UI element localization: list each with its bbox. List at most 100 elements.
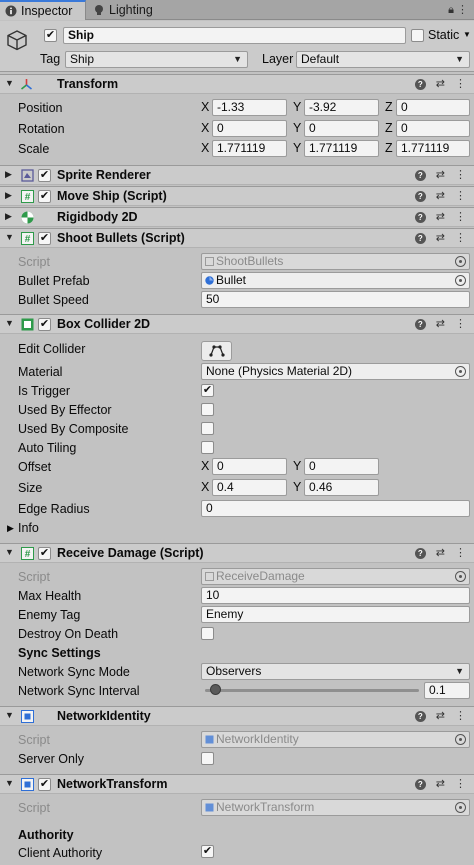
shoot-bullets-enabled-checkbox[interactable]: ✔ (38, 232, 51, 245)
auto-tiling-checkbox[interactable] (201, 441, 214, 454)
bullet-speed-field[interactable]: 50 (201, 291, 470, 308)
more-icon[interactable]: ⋮ (455, 709, 466, 722)
more-icon[interactable]: ⋮ (455, 210, 466, 223)
info-fold-icon[interactable]: ▶ (7, 523, 14, 534)
rotation-x-field[interactable]: 0 (212, 120, 287, 137)
more-icon[interactable]: ⋮ (455, 777, 466, 790)
more-icon[interactable]: ⋮ (455, 168, 466, 181)
rotation-y-field[interactable]: 0 (304, 120, 379, 137)
fold-collapsed-icon[interactable]: ▶ (5, 190, 12, 201)
preset-icon[interactable]: ⇄ (436, 77, 445, 90)
enemy-tag-field[interactable]: Enemy (201, 606, 470, 623)
scale-y-field[interactable]: 1.771119 (304, 140, 379, 157)
move-ship-header[interactable]: ▶ # ✔ Move Ship (Script) ? ⇄ ⋮ (0, 186, 474, 206)
receive-damage-header[interactable]: ▼ # ✔ Receive Damage (Script) ? ⇄ ⋮ (0, 543, 474, 563)
preset-icon[interactable]: ⇄ (436, 709, 445, 722)
fold-expanded-icon[interactable]: ▼ (5, 232, 14, 242)
preset-icon[interactable]: ⇄ (436, 546, 445, 559)
size-y-field[interactable]: 0.46 (304, 479, 379, 496)
max-health-field[interactable]: 10 (201, 587, 470, 604)
more-icon[interactable]: ⋮ (455, 189, 466, 202)
axis-y-label[interactable]: Y (293, 99, 301, 116)
static-checkbox[interactable] (411, 29, 424, 42)
network-transform-header[interactable]: ▼ ✔ NetworkTransform ? ⇄ ⋮ (0, 774, 474, 794)
info-label[interactable]: Info (18, 521, 39, 536)
scale-z-field[interactable]: 1.771119 (396, 140, 470, 157)
offset-x-field[interactable]: 0 (212, 458, 287, 475)
position-z-field[interactable]: 0 (396, 99, 470, 116)
fold-expanded-icon[interactable]: ▼ (5, 778, 14, 788)
object-picker-icon[interactable] (455, 366, 466, 377)
help-icon[interactable]: ? (414, 779, 426, 790)
fold-expanded-icon[interactable]: ▼ (5, 318, 14, 328)
box-collider-header[interactable]: ▼ ✔ Box Collider 2D ? ⇄ ⋮ (0, 314, 474, 334)
move-ship-enabled-checkbox[interactable]: ✔ (38, 190, 51, 203)
more-icon[interactable]: ⋮ (455, 546, 466, 559)
server-only-checkbox[interactable] (201, 752, 214, 765)
more-icon[interactable]: ⋮ (457, 4, 468, 16)
rotation-z-field[interactable]: 0 (396, 120, 470, 137)
destroy-on-death-checkbox[interactable] (201, 627, 214, 640)
axis-z-label[interactable]: Z (385, 120, 393, 137)
axis-z-label[interactable]: Z (385, 99, 393, 116)
position-y-field[interactable]: -3.92 (304, 99, 379, 116)
fold-collapsed-icon[interactable]: ▶ (5, 169, 12, 180)
is-trigger-checkbox[interactable]: ✔ (201, 384, 214, 397)
sprite-renderer-enabled-checkbox[interactable]: ✔ (38, 169, 51, 182)
axis-x-label[interactable]: X (201, 140, 209, 157)
box-collider-enabled-checkbox[interactable]: ✔ (38, 318, 51, 331)
axis-z-label[interactable]: Z (385, 140, 393, 157)
help-icon[interactable]: ? (414, 548, 426, 559)
static-dropdown-arrow-icon[interactable]: ▼ (463, 30, 471, 39)
transform-header[interactable]: ▼ Transform ? ⇄ ⋮ (0, 74, 474, 94)
axis-y-label[interactable]: Y (293, 140, 301, 157)
axis-x-label[interactable]: X (201, 479, 209, 496)
axis-x-label[interactable]: X (201, 120, 209, 137)
help-icon[interactable]: ? (414, 233, 426, 244)
bullet-prefab-field[interactable]: Bullet (201, 272, 470, 289)
used-by-composite-checkbox[interactable] (201, 422, 214, 435)
axis-x-label[interactable]: X (201, 458, 209, 475)
sprite-renderer-header[interactable]: ▶ ✔ Sprite Renderer ? ⇄ ⋮ (0, 165, 474, 185)
shoot-bullets-header[interactable]: ▼ # ✔ Shoot Bullets (Script) ? ⇄ ⋮ (0, 228, 474, 248)
help-icon[interactable]: ? (414, 170, 426, 181)
network-sync-mode-dropdown[interactable]: Observers ▼ (201, 663, 470, 680)
preset-icon[interactable]: ⇄ (436, 168, 445, 181)
sync-interval-slider-track[interactable] (205, 689, 419, 692)
tab-inspector[interactable]: Inspector (0, 0, 86, 20)
used-by-effector-checkbox[interactable] (201, 403, 214, 416)
name-field[interactable]: Ship (63, 27, 406, 44)
network-transform-enabled-checkbox[interactable]: ✔ (38, 778, 51, 791)
material-field[interactable]: None (Physics Material 2D) (201, 363, 470, 380)
preset-icon[interactable]: ⇄ (436, 189, 445, 202)
tag-dropdown[interactable]: Ship ▼ (65, 51, 248, 68)
sync-interval-slider-thumb[interactable] (210, 684, 221, 695)
more-icon[interactable]: ⋮ (455, 77, 466, 90)
axis-y-label[interactable]: Y (293, 120, 301, 137)
preset-icon[interactable]: ⇄ (436, 231, 445, 244)
tab-menu-button[interactable]: 🔒︎ ⋮ (448, 3, 468, 17)
preset-icon[interactable]: ⇄ (436, 210, 445, 223)
axis-x-label[interactable]: X (201, 99, 209, 116)
position-x-field[interactable]: -1.33 (212, 99, 287, 116)
client-authority-checkbox[interactable]: ✔ (201, 845, 214, 858)
help-icon[interactable]: ? (414, 79, 426, 90)
help-icon[interactable]: ? (414, 711, 426, 722)
layer-dropdown[interactable]: Default ▼ (296, 51, 470, 68)
size-x-field[interactable]: 0.4 (212, 479, 287, 496)
edit-collider-button[interactable] (201, 341, 232, 361)
more-icon[interactable]: ⋮ (455, 231, 466, 244)
receive-damage-enabled-checkbox[interactable]: ✔ (38, 547, 51, 560)
fold-expanded-icon[interactable]: ▼ (5, 547, 14, 557)
axis-y-label[interactable]: Y (293, 458, 301, 475)
help-icon[interactable]: ? (414, 319, 426, 330)
axis-y-label[interactable]: Y (293, 479, 301, 496)
fold-expanded-icon[interactable]: ▼ (5, 710, 14, 720)
fold-collapsed-icon[interactable]: ▶ (5, 211, 12, 222)
rigidbody2d-header[interactable]: ▶ Rigidbody 2D ? ⇄ ⋮ (0, 207, 474, 227)
edge-radius-field[interactable]: 0 (201, 500, 470, 517)
active-checkbox[interactable]: ✔ (44, 29, 57, 42)
tab-lighting[interactable]: Lighting (88, 0, 178, 20)
preset-icon[interactable]: ⇄ (436, 317, 445, 330)
network-identity-header[interactable]: ▼ NetworkIdentity ? ⇄ ⋮ (0, 706, 474, 726)
